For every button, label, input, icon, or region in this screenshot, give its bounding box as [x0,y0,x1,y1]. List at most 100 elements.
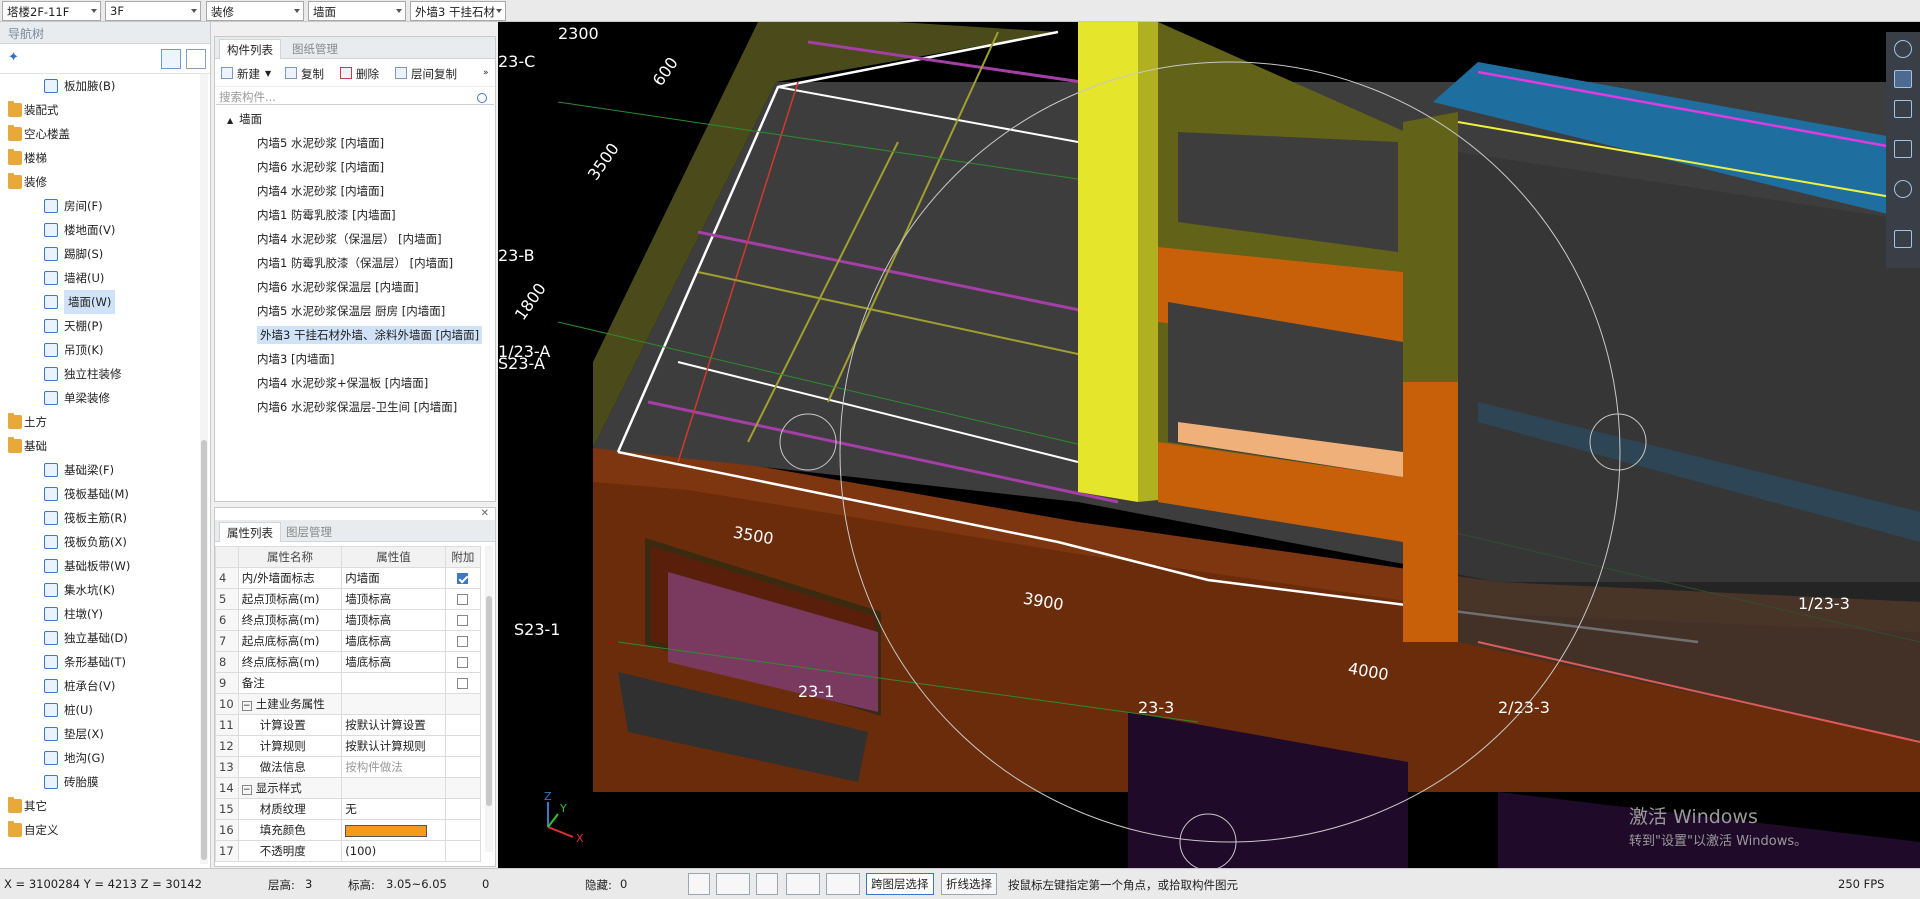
nav-tree-item[interactable]: 筏板负筋(X) [0,530,200,554]
nav-tree-item[interactable]: 桩(U) [0,698,200,722]
table-icon[interactable] [1894,230,1912,248]
nav-tree-item[interactable]: 土方 [0,410,200,434]
category-select[interactable]: 装修 [206,1,304,21]
component-list-item[interactable]: 内墙1 防霉乳胶漆（保温层） [内墙面] [215,251,495,275]
fill-color-swatch[interactable] [345,824,428,837]
nav-tree-item[interactable]: 集水坑(K) [0,578,200,602]
property-value-cell[interactable]: 墙底标高 [341,651,446,673]
component-tree-root[interactable]: ▲ 墙面 [215,107,495,131]
extra-checkbox[interactable] [457,678,469,689]
delete-button[interactable]: 删除 [356,66,379,82]
nav-tree-item[interactable]: 其它 [0,794,200,818]
floor-copy-icon[interactable] [395,67,407,79]
component-list-item[interactable]: 内墙4 水泥砂浆 [内墙面] [215,179,495,203]
property-value-cell[interactable] [341,777,446,799]
nav-tree-item[interactable]: 柱墩(Y) [0,602,200,626]
search-icon[interactable] [477,93,487,103]
nav-tree-item[interactable]: 楼梯 [0,146,200,170]
property-value-cell[interactable]: 按构件做法 [341,756,446,778]
nav-tree-item[interactable]: 空心楼盖 [0,122,200,146]
model-view[interactable]: Z Y X [498,22,1920,868]
tab-property-list[interactable]: 属性列表 [219,522,281,542]
extra-checkbox[interactable] [457,573,469,584]
cancel-snap-button[interactable] [756,873,778,895]
chevron-down-icon[interactable]: ▼ [265,69,271,78]
nav-tree-item[interactable]: 筏板基础(M) [0,482,200,506]
property-value-cell[interactable]: 内墙面 [341,567,446,589]
nav-tree-item[interactable]: 条形基础(T) [0,650,200,674]
nav-tree-item[interactable]: 房间(F) [0,194,200,218]
extra-checkbox[interactable] [457,657,469,668]
cube-icon[interactable] [1894,140,1912,158]
nav-tree-item[interactable]: 砖胎膜 [0,770,200,794]
property-row[interactable]: 16 填充颜色 [215,819,482,841]
nav-tree-item[interactable]: 楼地面(V) [0,218,200,242]
2d-view-icon[interactable] [1894,70,1912,88]
list-view-icon[interactable] [161,49,181,69]
nav-tree-item[interactable]: 桩承台(V) [0,674,200,698]
new-icon[interactable] [221,67,233,79]
property-row[interactable]: 5 起点顶标高(m) 墙顶标高 [215,588,482,610]
new-button[interactable]: 新建 [237,66,260,82]
nav-tree-item[interactable]: 天棚(P) [0,314,200,338]
property-value-cell[interactable]: 墙顶标高 [341,588,446,610]
property-value-cell[interactable]: 墙底标高 [341,630,446,652]
component-list-item[interactable]: 内墙5 水泥砂浆保温层 厨房 [内墙面] [215,299,495,323]
angle-dropdown[interactable] [786,873,820,895]
tab-layer-management[interactable]: 图层管理 [279,522,339,542]
floor-range-select[interactable]: 塔楼2F-11F [2,1,101,21]
property-value-cell[interactable]: (100) [341,840,446,862]
component-search-input[interactable]: 搜索构件... [216,87,494,105]
close-icon[interactable]: ✕ [481,508,489,519]
property-value-cell[interactable]: 无 [341,798,446,820]
floor-copy-button[interactable]: 层间复制 [411,66,457,82]
property-row[interactable]: 12 计算规则 按默认计算规则 [215,735,482,757]
nav-tree-item[interactable]: 垫层(X) [0,722,200,746]
property-row[interactable]: 10− 土建业务属性 [215,693,482,715]
tab-component-list[interactable]: 构件列表 [219,39,281,59]
ortho-toggle[interactable] [688,873,710,895]
3d-viewport[interactable]: Z Y X 23-C 23-B 1/23-A S23-A S23-1 23-1 23-3 2/… [498,22,1920,868]
collapse-icon[interactable]: ▲ [227,116,233,125]
property-row[interactable]: 8 终点底标高(m) 墙底标高 [215,651,482,673]
property-row[interactable]: 6 终点顶标高(m) 墙顶标高 [215,609,482,631]
nav-scrollbar[interactable] [200,74,208,864]
property-row[interactable]: 4 内/外墙面标志 内墙面 [215,567,482,589]
3d-box-icon[interactable] [1894,100,1912,118]
property-row[interactable]: 14− 显示样式 [215,777,482,799]
property-row[interactable]: 13 做法信息 按构件做法 [215,756,482,778]
extra-checkbox[interactable] [457,594,469,605]
nav-tree-item[interactable]: 装修 [0,170,200,194]
nav-tree-item[interactable]: 墙面(W) [0,290,200,314]
delete-icon[interactable] [340,67,352,79]
property-value-cell[interactable] [341,819,446,841]
nav-tree-item[interactable]: 自定义 [0,818,200,842]
rotate-icon[interactable] [1894,180,1912,198]
nav-tree-item[interactable]: 独立柱装修 [0,362,200,386]
floor-select[interactable]: 3F [105,1,201,21]
element-type-select[interactable]: 墙面 [308,1,406,21]
nav-tree-item[interactable]: 基础板带(W) [0,554,200,578]
property-value-cell[interactable]: 按默认计算规则 [341,735,446,757]
property-value-cell[interactable] [341,672,446,694]
nav-scroll-thumb[interactable] [201,440,207,860]
property-scrollbar[interactable] [485,546,493,852]
property-row[interactable]: 9 备注 [215,672,482,694]
property-scroll-thumb[interactable] [486,596,492,806]
component-list-item[interactable]: 内墙6 水泥砂浆保温层-卫生间 [内墙面] [215,395,495,419]
component-list-item[interactable]: 内墙4 水泥砂浆（保温层） [内墙面] [215,227,495,251]
component-list-item[interactable]: 内墙6 水泥砂浆保温层 [内墙面] [215,275,495,299]
copy-icon[interactable] [285,67,297,79]
nav-tree-item[interactable]: 踢脚(S) [0,242,200,266]
copy-button[interactable]: 复制 [301,66,324,82]
property-row[interactable]: 15 材质纹理 无 [215,798,482,820]
nav-tree-item[interactable]: 单梁装修 [0,386,200,410]
snap-dropdown[interactable] [716,873,750,895]
component-list-item[interactable]: 内墙1 防霉乳胶漆 [内墙面] [215,203,495,227]
cross-layer-select-button[interactable]: 跨图层选择 [866,873,934,895]
property-value-cell[interactable]: 墙顶标高 [341,609,446,631]
nav-tree-item[interactable]: 独立基础(D) [0,626,200,650]
nav-tree-item[interactable]: 基础梁(F) [0,458,200,482]
component-list-item[interactable]: 内墙4 水泥砂浆+保温板 [内墙面] [215,371,495,395]
nav-tree-item[interactable]: 筏板主筋(R) [0,506,200,530]
